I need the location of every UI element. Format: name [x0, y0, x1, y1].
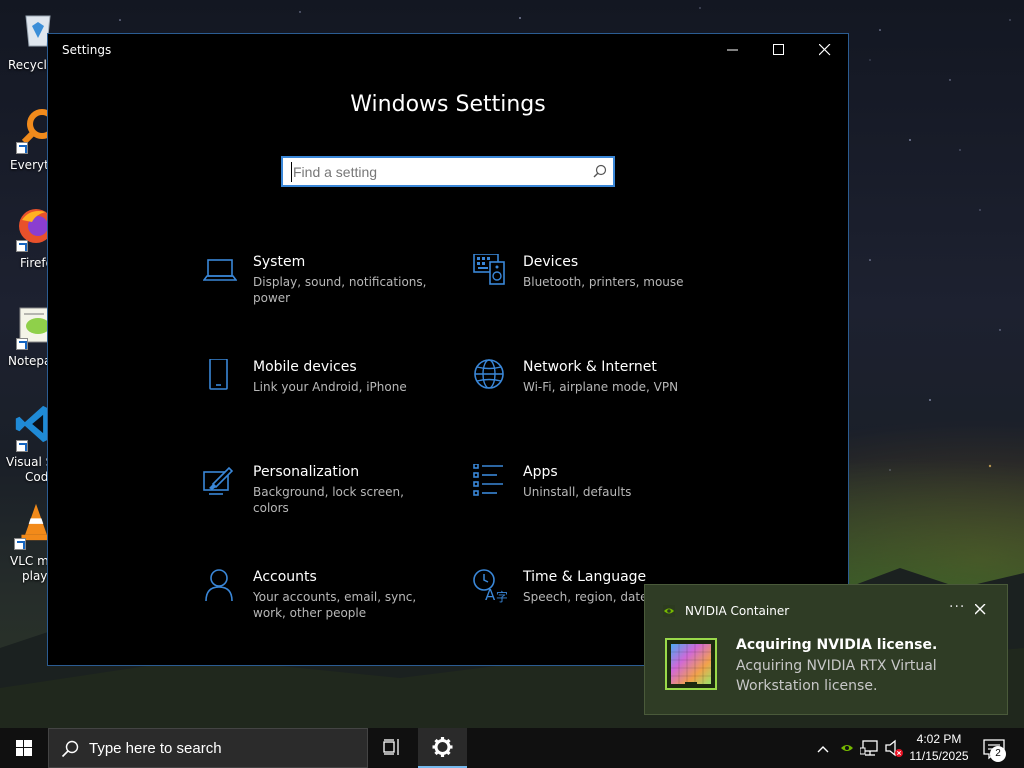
laptop-icon — [203, 259, 237, 281]
close-button[interactable] — [802, 34, 848, 66]
search-icon[interactable] — [593, 164, 607, 178]
time-language-icon: A 字 — [473, 569, 507, 603]
tile-title: System — [253, 254, 306, 270]
settings-tile-network-internet[interactable]: Network & Internet Wi-Fi, airplane mode,… — [473, 359, 713, 429]
desktop-icon-notepad-plus-plus[interactable]: Notepa — [0, 302, 52, 368]
taskbar-search-placeholder: Type here to search — [89, 740, 222, 757]
desktop-icon-firefox[interactable]: Firefo — [0, 204, 53, 270]
shortcut-arrow-icon — [16, 142, 28, 154]
taskbar-settings-app[interactable] — [418, 728, 467, 768]
clock-date: 11/15/2025 — [909, 749, 969, 763]
notification-more-button[interactable]: ··· — [949, 599, 965, 615]
window-title: Settings — [62, 43, 112, 57]
tile-description: Link your Android, iPhone — [253, 380, 407, 394]
settings-tile-system[interactable]: System Display, sound, notifications, po… — [203, 254, 443, 324]
notification-title: Acquiring NVIDIA license. — [736, 637, 938, 653]
notification-body: Acquiring NVIDIA RTX Virtual Workstation… — [736, 658, 937, 694]
gpu-chip-icon — [665, 638, 717, 690]
settings-search-box[interactable] — [281, 156, 615, 187]
desktop-icon-label-line2: Cod — [25, 470, 49, 484]
brush-icon — [203, 466, 234, 495]
notification-toast[interactable]: NVIDIA Container ··· Acquiring NVIDIA li… — [644, 584, 1008, 715]
tile-title: Apps — [523, 464, 558, 480]
settings-tile-mobile-devices[interactable]: Mobile devices Link your Android, iPhone — [203, 359, 443, 429]
network-icon — [859, 740, 878, 756]
settings-search-input[interactable] — [291, 162, 581, 182]
desktop-icon-recycle-bin[interactable]: Recycle — [0, 8, 54, 74]
volume-muted-icon — [885, 739, 903, 757]
settings-window: Settings Windows Settings System Display… — [47, 33, 849, 666]
shortcut-arrow-icon — [14, 538, 26, 550]
tile-description: Background, lock screen, colors — [253, 485, 404, 515]
start-button[interactable] — [0, 728, 48, 768]
tile-title: Accounts — [253, 569, 317, 585]
tile-title: Time & Language — [523, 569, 647, 585]
tray-volume[interactable] — [884, 728, 904, 768]
desktop-icon-label: Notepa — [8, 354, 52, 368]
tile-title: Mobile devices — [253, 359, 357, 375]
maximize-button[interactable] — [756, 34, 802, 66]
shortcut-arrow-icon — [16, 240, 28, 252]
desktop-icon-vlc[interactable]: VLC me playe — [0, 502, 56, 584]
notification-count-badge: 2 — [990, 746, 1006, 762]
settings-tile-apps[interactable]: Apps Uninstall, defaults — [473, 464, 713, 534]
clock-time: 4:02 PM — [916, 732, 962, 746]
search-icon — [61, 740, 79, 758]
tile-description: Your accounts, email, sync, work, other … — [253, 590, 417, 620]
shortcut-arrow-icon — [16, 338, 28, 350]
notification-close-icon[interactable] — [975, 604, 986, 615]
gear-icon — [432, 737, 453, 757]
windows-logo-icon — [16, 740, 32, 756]
shortcut-arrow-icon — [16, 440, 28, 452]
taskbar: Type here to search 4:02 PM 11/15/2025 — [0, 728, 1024, 768]
tray-nvidia[interactable] — [836, 728, 858, 768]
tile-description: Bluetooth, printers, mouse — [523, 275, 684, 289]
globe-icon — [474, 359, 504, 389]
desktop-icon-everything[interactable]: Everyth — [0, 106, 57, 172]
desktop-icon-vscode[interactable]: Visual St Cod — [0, 404, 58, 486]
tile-description: Display, sound, notifications, power — [253, 275, 427, 305]
minimize-icon — [727, 49, 738, 51]
nvidia-icon — [663, 605, 675, 617]
window-titlebar[interactable]: Settings — [48, 34, 848, 66]
apps-list-icon — [473, 464, 503, 496]
show-hidden-icons-button[interactable] — [812, 728, 834, 768]
task-view-icon — [383, 739, 399, 755]
page-title: Windows Settings — [350, 92, 546, 117]
tile-description: Wi-Fi, airplane mode, VPN — [523, 380, 679, 394]
chevron-up-icon — [817, 746, 829, 753]
close-icon — [819, 44, 831, 56]
tile-title: Network & Internet — [523, 359, 657, 375]
nvidia-tray-icon — [841, 745, 853, 751]
svg-text:A: A — [485, 586, 496, 603]
svg-text:字: 字 — [496, 589, 507, 603]
tile-title: Devices — [523, 254, 579, 270]
tile-title: Personalization — [253, 464, 360, 480]
taskbar-search-box[interactable]: Type here to search — [48, 728, 368, 768]
taskbar-clock[interactable]: 4:02 PM 11/15/2025 — [904, 731, 974, 765]
minimize-button[interactable] — [710, 34, 756, 66]
task-view-button[interactable] — [372, 728, 412, 768]
maximize-icon — [773, 44, 784, 55]
settings-tile-accounts[interactable]: Accounts Your accounts, email, sync, wor… — [203, 569, 443, 639]
notification-app-name: NVIDIA Container — [685, 604, 790, 618]
tray-network[interactable] — [859, 728, 882, 768]
phone-icon — [209, 359, 228, 390]
tile-description: Uninstall, defaults — [523, 485, 632, 499]
keyboard-speaker-icon — [473, 254, 505, 285]
settings-tile-personalization[interactable]: Personalization Background, lock screen,… — [203, 464, 443, 534]
person-icon — [205, 569, 233, 602]
settings-tile-devices[interactable]: Devices Bluetooth, printers, mouse — [473, 254, 713, 324]
